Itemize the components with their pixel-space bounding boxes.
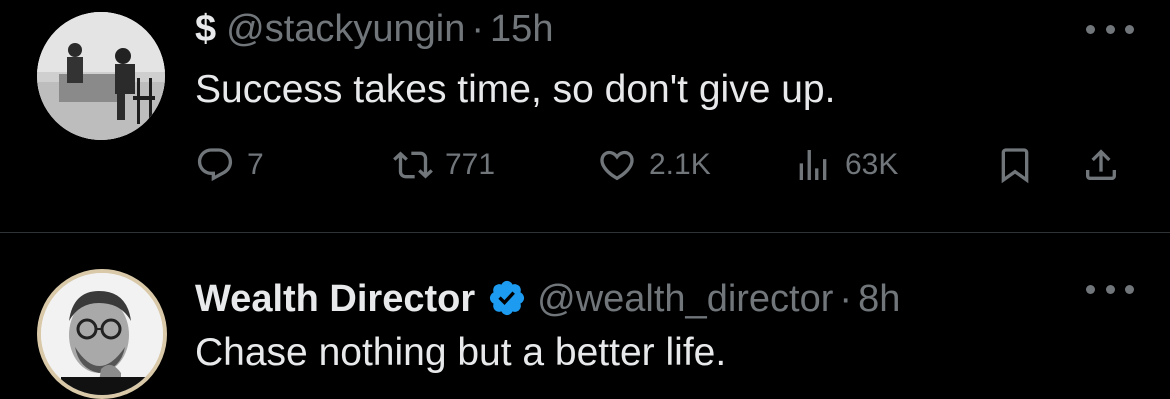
share-icon — [1086, 149, 1116, 180]
timestamp[interactable]: 8h — [858, 278, 900, 321]
reply-button[interactable]: 7 — [195, 140, 264, 190]
reply-count: 7 — [247, 148, 264, 181]
tweet-text: Success takes time, so don't give up. — [195, 68, 836, 111]
avatar-photo — [37, 12, 165, 140]
tweet-text: Chase nothing but a better life. — [195, 331, 727, 374]
user-handle[interactable]: @stackyungin — [226, 8, 465, 51]
separator-dot: · — [839, 278, 853, 320]
tweet-header: $ @stackyungin · 15h — [195, 8, 553, 51]
like-button[interactable]: 2.1K — [597, 140, 711, 190]
tweet-header: Wealth Director @wealth_director · 8h — [195, 271, 900, 321]
display-name[interactable]: Wealth Director — [195, 278, 475, 321]
timestamp[interactable]: 15h — [490, 8, 553, 51]
avatar[interactable] — [37, 12, 165, 140]
separator-dot: · — [471, 8, 485, 50]
like-icon — [600, 150, 634, 181]
reply-icon — [197, 148, 233, 182]
user-handle[interactable]: @wealth_director — [537, 278, 833, 321]
bookmark-button[interactable] — [995, 140, 1035, 190]
tweet[interactable]: Wealth Director @wealth_director · 8h Ch… — [0, 233, 1170, 399]
bookmark-icon — [1001, 148, 1029, 184]
action-bar: 7 771 2.1K 63K — [195, 140, 1135, 190]
verified-badge-icon[interactable] — [487, 278, 527, 318]
avatar-photo — [41, 273, 163, 395]
display-name[interactable]: $ — [195, 8, 216, 51]
views-count: 63K — [845, 148, 899, 181]
retweet-icon — [393, 151, 433, 179]
more-icon[interactable] — [1086, 282, 1134, 296]
share-button[interactable] — [1081, 140, 1121, 190]
views-button[interactable]: 63K — [793, 140, 898, 190]
avatar[interactable] — [37, 269, 167, 399]
tweet[interactable]: $ @stackyungin · 15h Success takes time,… — [0, 0, 1170, 232]
like-count: 2.1K — [649, 148, 711, 181]
more-icon[interactable] — [1086, 22, 1134, 36]
retweet-count: 771 — [445, 148, 496, 181]
views-icon — [799, 150, 827, 180]
retweet-button[interactable]: 771 — [393, 140, 495, 190]
